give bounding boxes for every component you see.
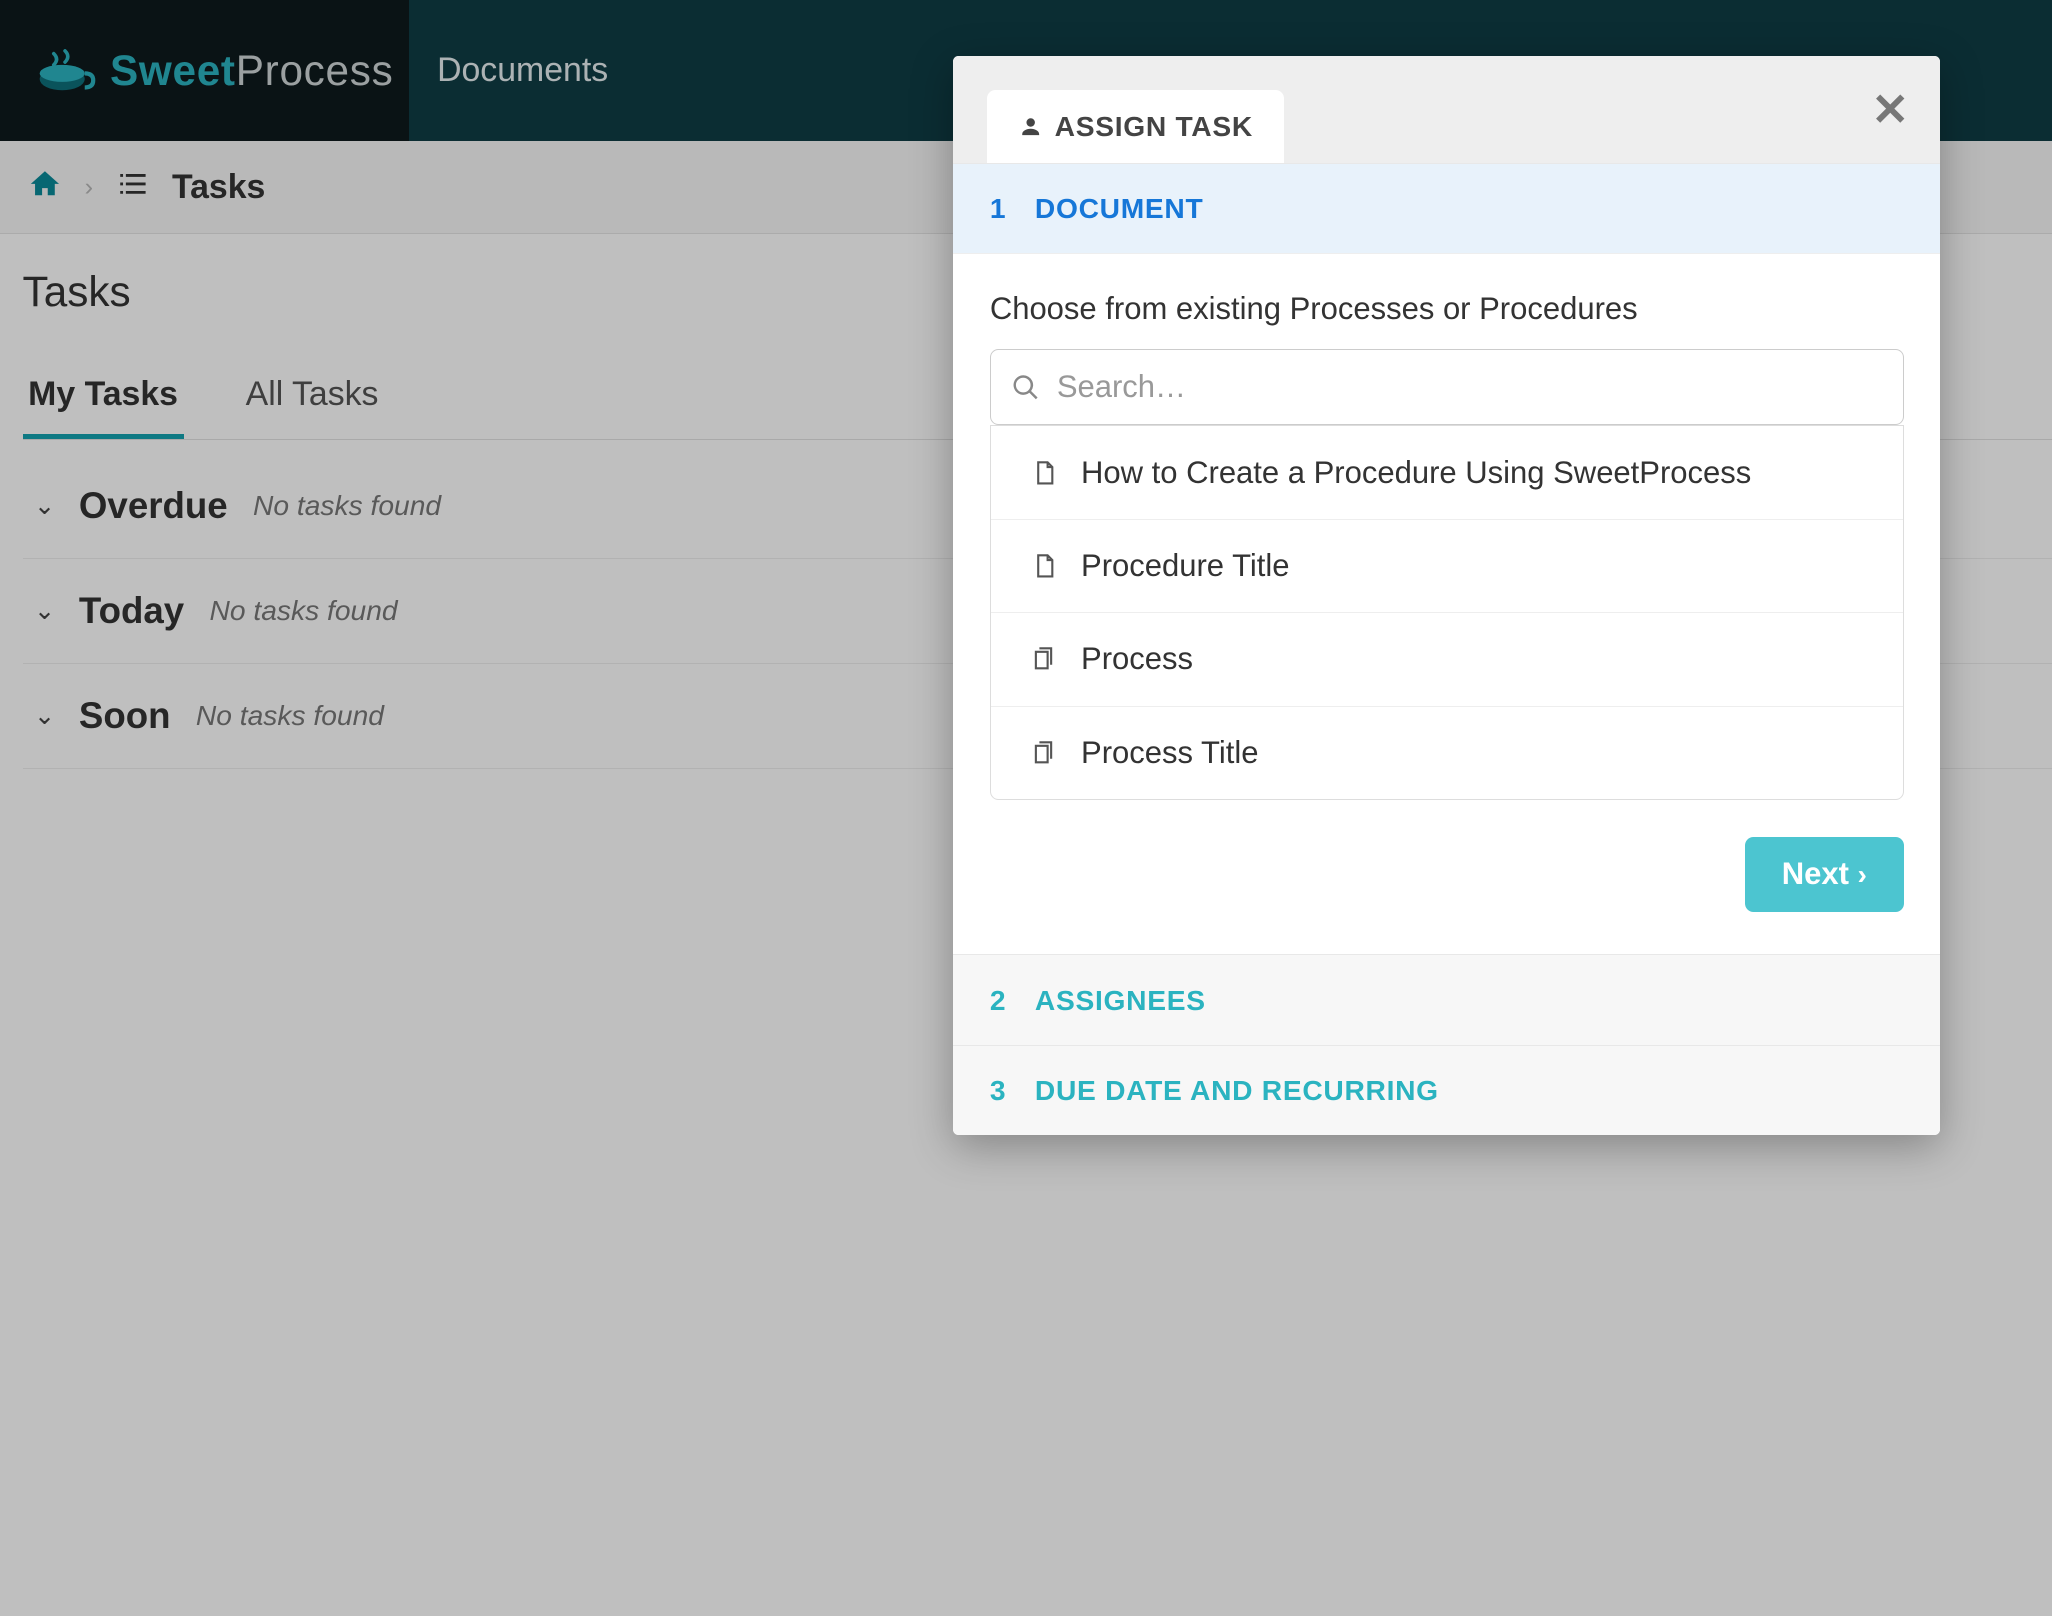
modal-tab-assign-task[interactable]: ASSIGN TASK <box>987 90 1284 162</box>
search-icon <box>1011 372 1040 403</box>
documents-icon <box>1030 736 1058 770</box>
result-item[interactable]: How to Create a Procedure Using SweetPro… <box>991 425 1903 518</box>
step-document-body: Choose from existing Processes or Proced… <box>953 253 1940 954</box>
step-label: DUE DATE AND RECURRING <box>1035 1074 1439 1107</box>
next-button[interactable]: Next › <box>1745 837 1903 912</box>
step-number: 2 <box>990 984 1010 1017</box>
result-item[interactable]: Procedure Title <box>991 519 1903 612</box>
document-icon <box>1030 456 1058 490</box>
result-title: How to Create a Procedure Using SweetPro… <box>1081 455 1751 491</box>
documents-icon <box>1030 642 1058 676</box>
step-number: 3 <box>990 1074 1010 1107</box>
result-item[interactable]: Process Title <box>991 706 1903 799</box>
assign-task-modal: ASSIGN TASK ✕ 1 DOCUMENT Choose from exi… <box>953 56 1940 1135</box>
result-title: Process Title <box>1081 735 1258 771</box>
step-number: 1 <box>990 192 1010 225</box>
step-assignees[interactable]: 2 ASSIGNEES <box>953 954 1940 1044</box>
close-icon[interactable]: ✕ <box>1871 87 1909 132</box>
document-icon <box>1030 549 1058 583</box>
step-document[interactable]: 1 DOCUMENT <box>953 163 1940 253</box>
step-due-date[interactable]: 3 DUE DATE AND RECURRING <box>953 1045 1940 1135</box>
modal-tab-label: ASSIGN TASK <box>1055 110 1253 143</box>
modal-header: ASSIGN TASK ✕ <box>953 56 1940 162</box>
next-button-label: Next <box>1782 856 1849 892</box>
search-input[interactable] <box>1057 369 1883 405</box>
result-item[interactable]: Process <box>991 612 1903 705</box>
result-title: Process <box>1081 641 1193 677</box>
modal-overlay[interactable]: ASSIGN TASK ✕ 1 DOCUMENT Choose from exi… <box>0 0 2052 1616</box>
chevron-right-icon: › <box>1857 858 1866 891</box>
step-label: ASSIGNEES <box>1035 984 1206 1017</box>
results-list: How to Create a Procedure Using SweetPro… <box>990 425 1904 800</box>
person-icon <box>1018 114 1043 139</box>
step-label: DOCUMENT <box>1035 192 1204 225</box>
search-field-wrap[interactable] <box>990 349 1904 425</box>
choose-label: Choose from existing Processes or Proced… <box>990 291 1904 327</box>
result-title: Procedure Title <box>1081 548 1290 584</box>
